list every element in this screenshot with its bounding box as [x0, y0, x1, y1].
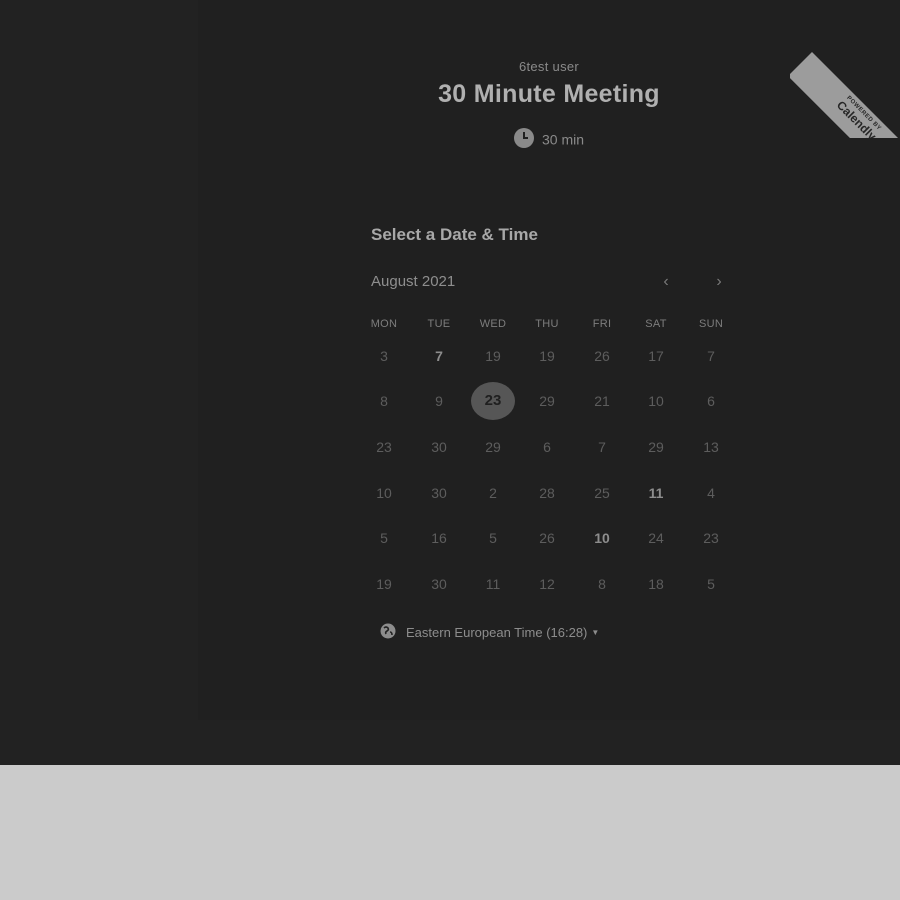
weekday-header: THU — [535, 318, 559, 330]
calendar-day: 7 — [707, 348, 715, 364]
month-label: August 2021 — [371, 273, 456, 290]
calendar-day: 23 — [703, 530, 719, 546]
calendar-day[interactable]: 11 — [634, 474, 678, 512]
powered-by-calendly-badge[interactable]: POWERED BY Calendly — [790, 18, 900, 138]
calendar-day: 13 — [703, 439, 719, 455]
clock-icon — [513, 128, 534, 151]
calendar-day: 10 — [376, 485, 392, 501]
calendar-day: 16 — [431, 530, 447, 546]
weekday-header: FRI — [592, 318, 612, 330]
calendar-day: 6 — [707, 393, 715, 409]
calendar-day: 21 — [594, 393, 610, 409]
calendar-day: 18 — [648, 576, 664, 592]
weekday-header: MON — [370, 318, 398, 330]
calendar-day: 29 — [539, 393, 555, 409]
weekday-header: SAT — [645, 318, 667, 330]
calendar-day: 29 — [485, 439, 501, 455]
duration-text: 30 min — [541, 131, 585, 148]
calendar-day[interactable]: 7 — [417, 337, 461, 375]
calendar-day: 23 — [376, 439, 392, 455]
calendar-day: 26 — [594, 348, 610, 364]
calendar-day: 10 — [648, 393, 664, 409]
calendar-day[interactable]: 10 — [580, 519, 624, 557]
globe-icon — [380, 623, 396, 642]
calendar-day: 5 — [380, 530, 388, 546]
calendar-day: 8 — [380, 393, 388, 409]
calendar-day: 6 — [543, 439, 551, 455]
chevron-left-icon: ‹ — [663, 273, 669, 290]
calendar-day: 19 — [376, 576, 392, 592]
calendar-day: 30 — [431, 439, 447, 455]
caret-down-icon: ▼ — [591, 628, 600, 637]
calendar-day: 25 — [594, 485, 610, 501]
calendar-day: 19 — [485, 348, 501, 364]
calendar-day: 7 — [598, 439, 606, 455]
calendar-day: 4 — [707, 485, 715, 501]
calendar-day: 5 — [707, 576, 715, 592]
calendar-day: 5 — [489, 530, 497, 546]
calendar-day: 19 — [539, 348, 555, 364]
calendar-day: 30 — [431, 485, 447, 501]
calendar-day: 26 — [539, 530, 555, 546]
calendar-day: 29 — [648, 439, 664, 455]
calendar-day: 3 — [380, 348, 388, 364]
calendar-day: 24 — [648, 530, 664, 546]
calendar-day: 17 — [648, 348, 664, 364]
next-month-button[interactable]: › — [709, 271, 729, 293]
weekday-header: WED — [479, 318, 507, 330]
select-date-heading: Select a Date & Time — [371, 225, 538, 244]
calendar-day: 9 — [435, 393, 443, 409]
chevron-right-icon: › — [716, 273, 722, 290]
timezone-label: Eastern European Time (16:28) — [406, 625, 588, 640]
weekday-header: SUN — [698, 318, 724, 330]
calendar-day: 11 — [485, 576, 501, 592]
calendar-day: 8 — [598, 576, 606, 592]
weekday-header: TUE — [427, 318, 451, 330]
calendar-day: 30 — [431, 576, 447, 592]
calendar-day: 2 — [489, 485, 497, 501]
previous-month-button[interactable]: ‹ — [656, 271, 676, 293]
calendar-day: 12 — [539, 576, 555, 592]
calendar-day: 28 — [539, 485, 555, 501]
timezone-selector[interactable]: Eastern European Time (16:28) ▼ — [380, 623, 599, 642]
calendar-day[interactable]: 23 — [471, 382, 515, 420]
